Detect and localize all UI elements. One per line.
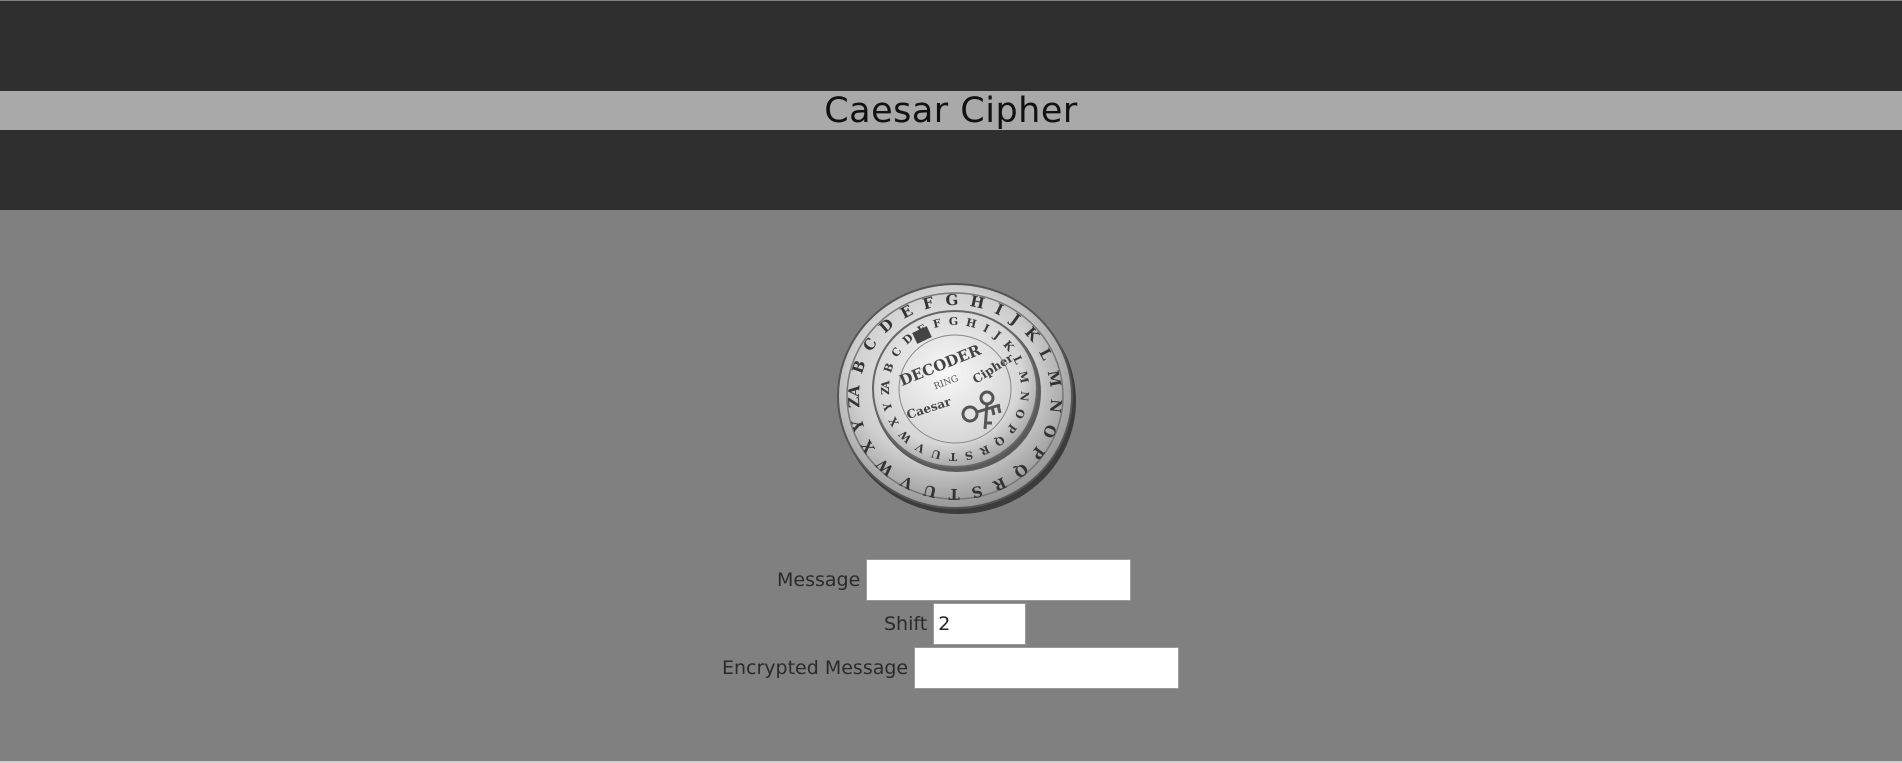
- encrypted-row: Encrypted Message: [722, 647, 1180, 689]
- page-title: Caesar Cipher: [824, 90, 1078, 131]
- encrypted-output[interactable]: [914, 647, 1180, 689]
- message-label: Message: [777, 569, 861, 591]
- message-row: Message: [777, 559, 1132, 601]
- title-strip: Caesar Cipher: [0, 90, 1902, 131]
- shift-row: Shift: [884, 603, 1027, 645]
- encrypted-label: Encrypted Message: [722, 657, 909, 679]
- shift-label: Shift: [884, 613, 928, 635]
- message-input[interactable]: [866, 559, 1132, 601]
- decoder-ring-image: ABCDEFGHIJKLMNOPQRSTUVWXYZ ABCDEFGHIJKLM…: [837, 283, 1076, 514]
- shift-input[interactable]: [933, 603, 1027, 645]
